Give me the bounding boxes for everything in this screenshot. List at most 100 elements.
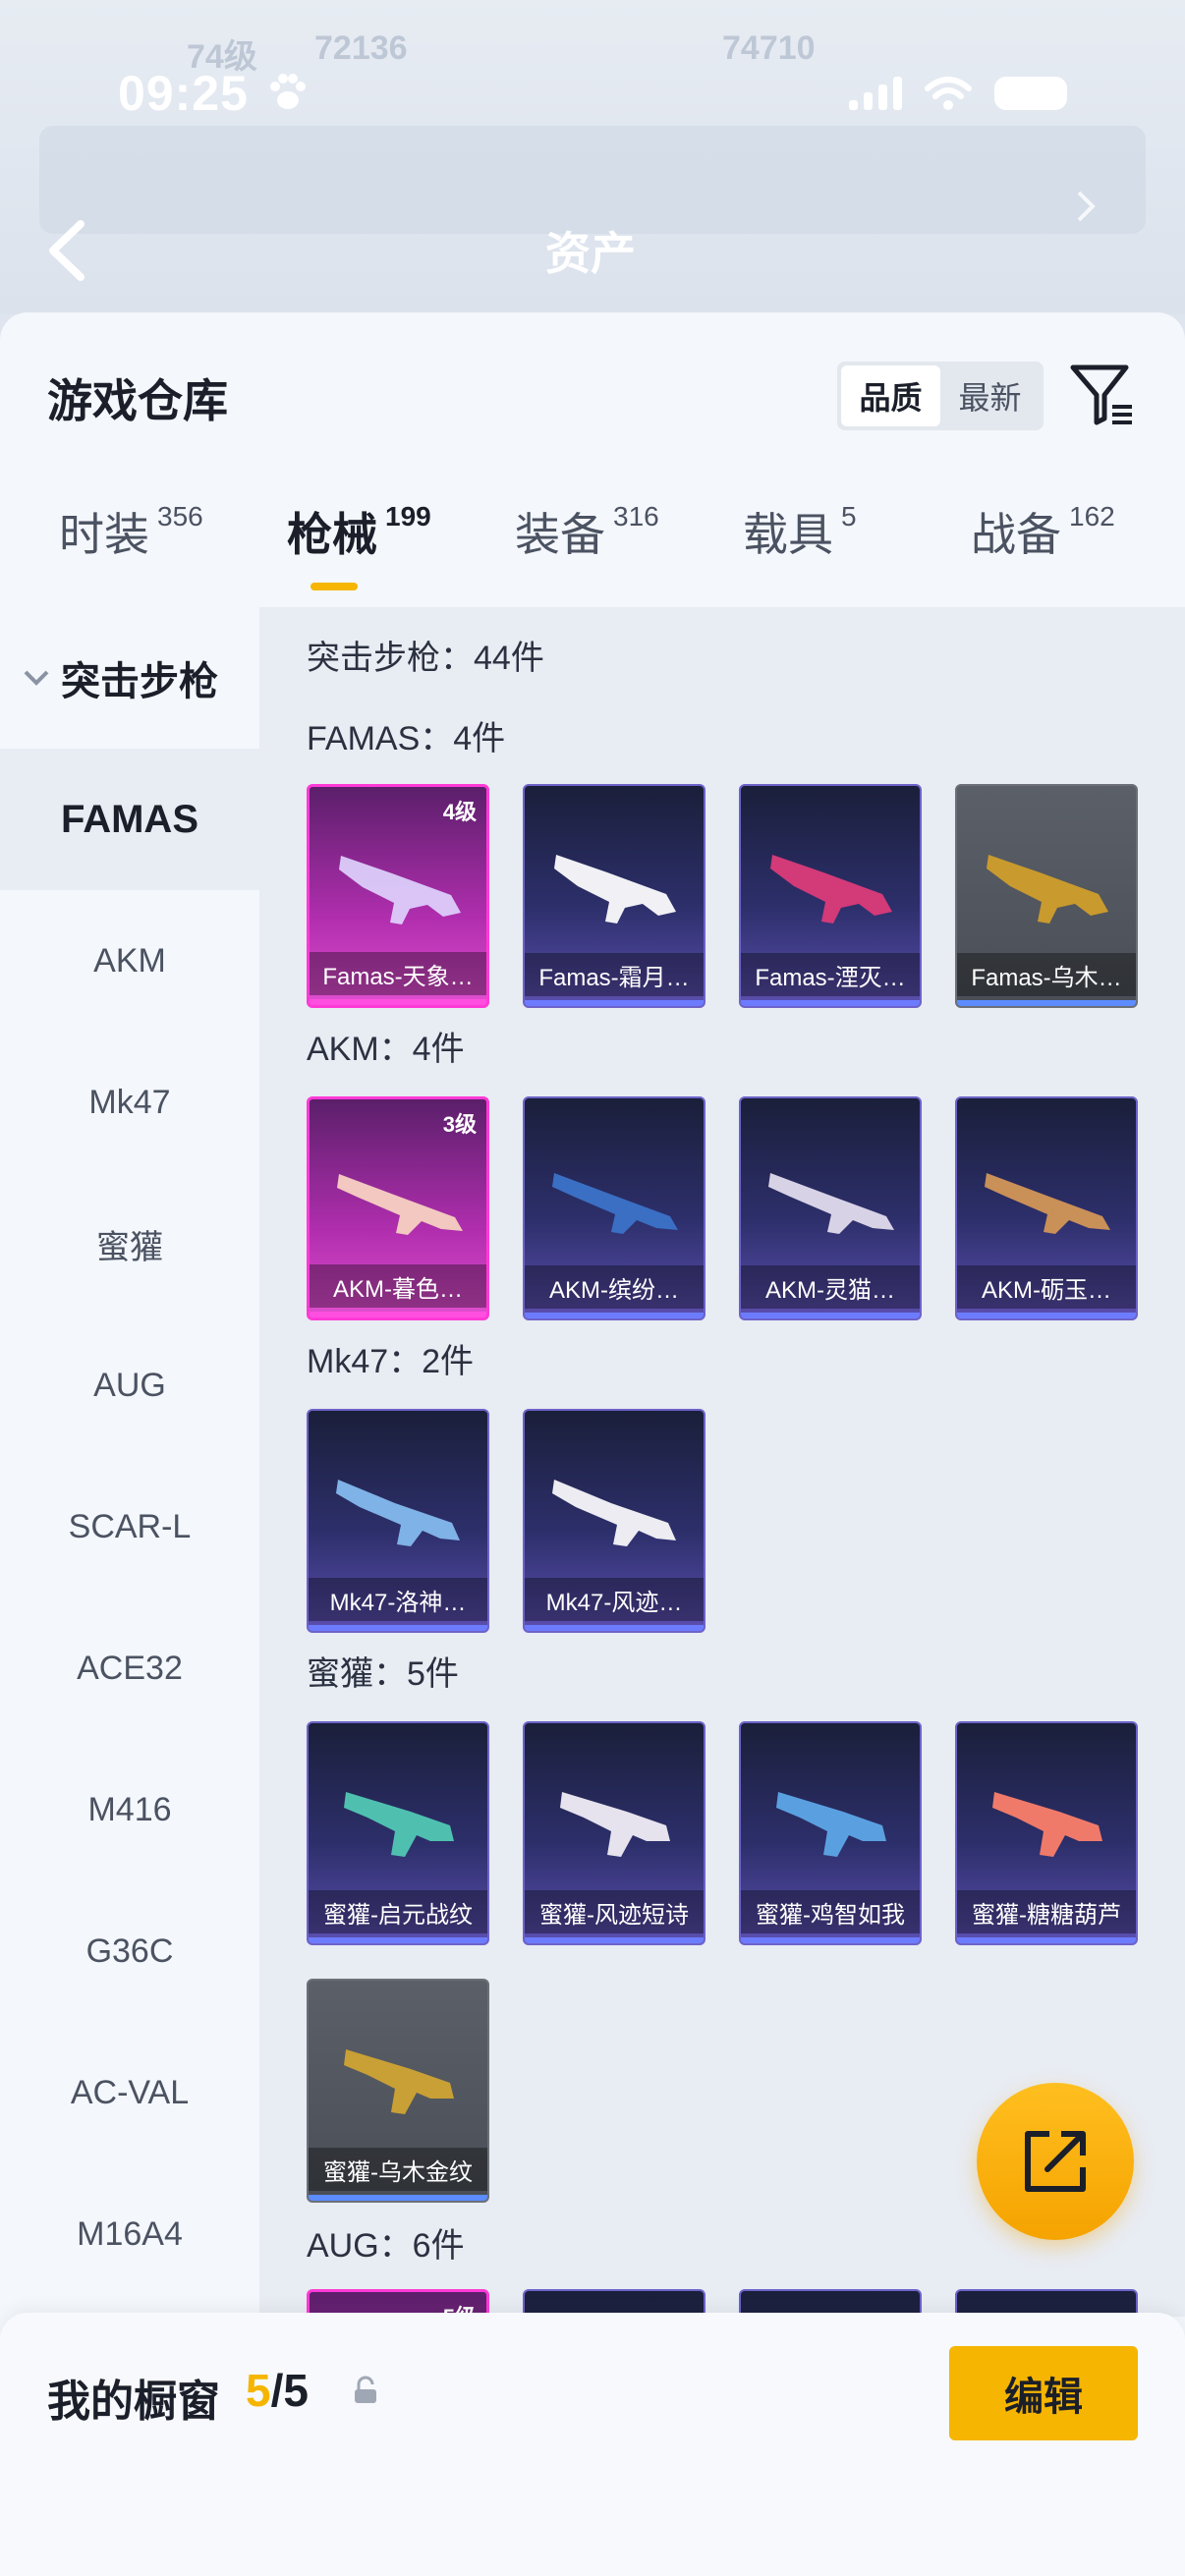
rarity-bar [957,1000,1136,1006]
rarity-bar [525,1000,704,1006]
weapon-card[interactable]: 蜜獾-启元战纹 [307,1721,489,1945]
smg-icon [776,1792,886,1857]
weapon-card[interactable]: Mk47-风迹… [523,1409,705,1633]
rarity-bar [525,1625,704,1631]
sidebar-item-honey-badger[interactable]: 蜜獾 [0,1173,259,1315]
lock-icon [355,2376,376,2403]
rifle-icon [552,1480,676,1546]
tab-label: 枪械 [287,509,377,560]
weapon-card[interactable]: Famas-霜月… [523,784,705,1008]
weapon-name: Mk47-洛神… [309,1578,487,1621]
weapon-name: Famas-乌木… [957,953,1136,996]
chevron-right-icon[interactable] [1071,187,1100,226]
tab-vehicles[interactable]: 载具 5 [743,499,857,564]
sidebar-item-mk47[interactable]: Mk47 [0,1032,259,1173]
weapon-card[interactable]: 4级 Famas-天象… [307,784,489,1008]
rifle-icon [770,855,892,924]
weapon-name: 蜜獾-风迹短诗 [525,1890,704,1933]
level-badge: 3级 [442,1112,477,1137]
rifle-icon [339,856,461,924]
weapon-name: Mk47-风迹… [525,1578,704,1621]
sidebar-item-g36c[interactable]: G36C [0,1880,259,2022]
total-count-label: 突击步枪：44件 [307,640,544,677]
tab-supplies[interactable]: 战备 162 [971,499,1115,564]
weapon-card[interactable]: 蜜獾-鸡智如我 [739,1721,922,1945]
tab-count: 199 [385,501,431,532]
edit-button[interactable]: 编辑 [949,2346,1138,2440]
rarity-bar [309,1937,487,1943]
weapon-card[interactable]: Famas-湮灭… [739,784,922,1008]
weapon-name: AKM-砺玉… [957,1265,1136,1309]
rifle-icon [987,855,1108,924]
ghost-value-right: 74710 [722,29,816,67]
tab-guns[interactable]: 枪械 199 [287,499,431,564]
weapon-card[interactable]: AKM-灵猫… [739,1096,922,1320]
page-title: 资产 [545,228,636,279]
tab-equipment[interactable]: 装备 316 [515,499,659,564]
weapon-card[interactable]: AKM-缤纷… [523,1096,705,1320]
smg-icon [560,1792,670,1857]
sidebar-item-aug[interactable]: AUG [0,1315,259,1456]
wifi-icon [925,77,972,110]
category-tabs: 时装 356 枪械 199 装备 316 载具 5 战备 162 [0,499,1185,578]
rarity-bar [957,1937,1136,1943]
tab-count: 162 [1069,501,1115,532]
weapon-card[interactable]: 3级 AKM-暮色… [307,1096,489,1320]
smg-icon [344,2049,454,2114]
showcase-current: 5 [246,2365,271,2416]
warehouse-title: 游戏仓库 [47,375,228,426]
rarity-bar [310,1312,486,1317]
sidebar-category[interactable]: 突击步枪 [0,607,259,749]
section-label-akm: AKM：4件 [307,1031,465,1068]
filter-icon[interactable] [1069,362,1134,430]
tab-label: 载具 [743,509,833,560]
rarity-bar [525,1313,704,1318]
tab-fashion[interactable]: 时装 356 [59,499,203,564]
tab-count: 5 [841,501,857,532]
sidebar-item-akm[interactable]: AKM [0,890,259,1032]
weapon-name: Famas-霜月… [525,953,704,996]
weapon-card[interactable]: Mk47-洛神… [307,1409,489,1633]
sort-newest-button[interactable]: 最新 [940,365,1040,426]
battery-icon [994,77,1067,110]
weapon-card[interactable]: 蜜獾-糖糖葫芦 [955,1721,1138,1945]
tab-label: 时装 [59,509,149,560]
showcase-label: 我的橱窗 [47,2378,220,2426]
showcase-bar: 我的橱窗 5/5 编辑 [0,2313,1185,2576]
weapon-card[interactable]: 蜜獾-风迹短诗 [523,1721,705,1945]
sidebar-item-m16a4[interactable]: M16A4 [0,2163,259,2305]
status-icons [849,75,1067,112]
back-arrow-icon[interactable] [43,216,92,285]
rifle-icon [768,1173,894,1234]
weapon-name: 蜜獾-鸡智如我 [741,1890,920,1933]
sort-quality-button[interactable]: 品质 [841,365,940,426]
showcase-count: 5/5 [246,2364,309,2417]
weapon-name: 蜜獾-糖糖葫芦 [957,1890,1136,1933]
ghost-value-left: 72136 [314,29,408,67]
sidebar-category-label: 突击步枪 [61,660,218,703]
share-button[interactable] [977,2083,1134,2240]
rarity-bar [741,1937,920,1943]
weapon-card[interactable]: 蜜獾-乌木金纹 [307,1979,489,2203]
tab-count: 316 [613,501,659,532]
rarity-bar [309,1625,487,1631]
section-label-famas: FAMAS：4件 [307,720,506,757]
rarity-bar [309,2195,487,2201]
sidebar-item-ac-val[interactable]: AC-VAL [0,2022,259,2163]
weapon-name: Famas-天象… [310,952,486,995]
showcase-separator: / [270,2365,284,2416]
sidebar-item-m416[interactable]: M416 [0,1739,259,1880]
tab-count: 356 [157,501,203,532]
sidebar-item-ace32[interactable]: ACE32 [0,1597,259,1739]
weapon-card[interactable]: AKM-砺玉… [955,1096,1138,1320]
rifle-icon [985,1173,1110,1234]
background-header: 74级 72136 74710 09:25 资产 [0,0,1185,314]
sidebar-item-famas[interactable]: FAMAS [0,749,259,890]
active-tab-indicator [310,583,358,590]
weapon-name: AKM-灵猫… [741,1265,920,1309]
weapon-card[interactable]: Famas-乌木… [955,784,1138,1008]
sort-toggle: 品质 最新 [837,362,1044,430]
smg-icon [344,1792,454,1857]
sidebar-item-scar-l[interactable]: SCAR-L [0,1456,259,1597]
rifle-icon [336,1480,460,1546]
